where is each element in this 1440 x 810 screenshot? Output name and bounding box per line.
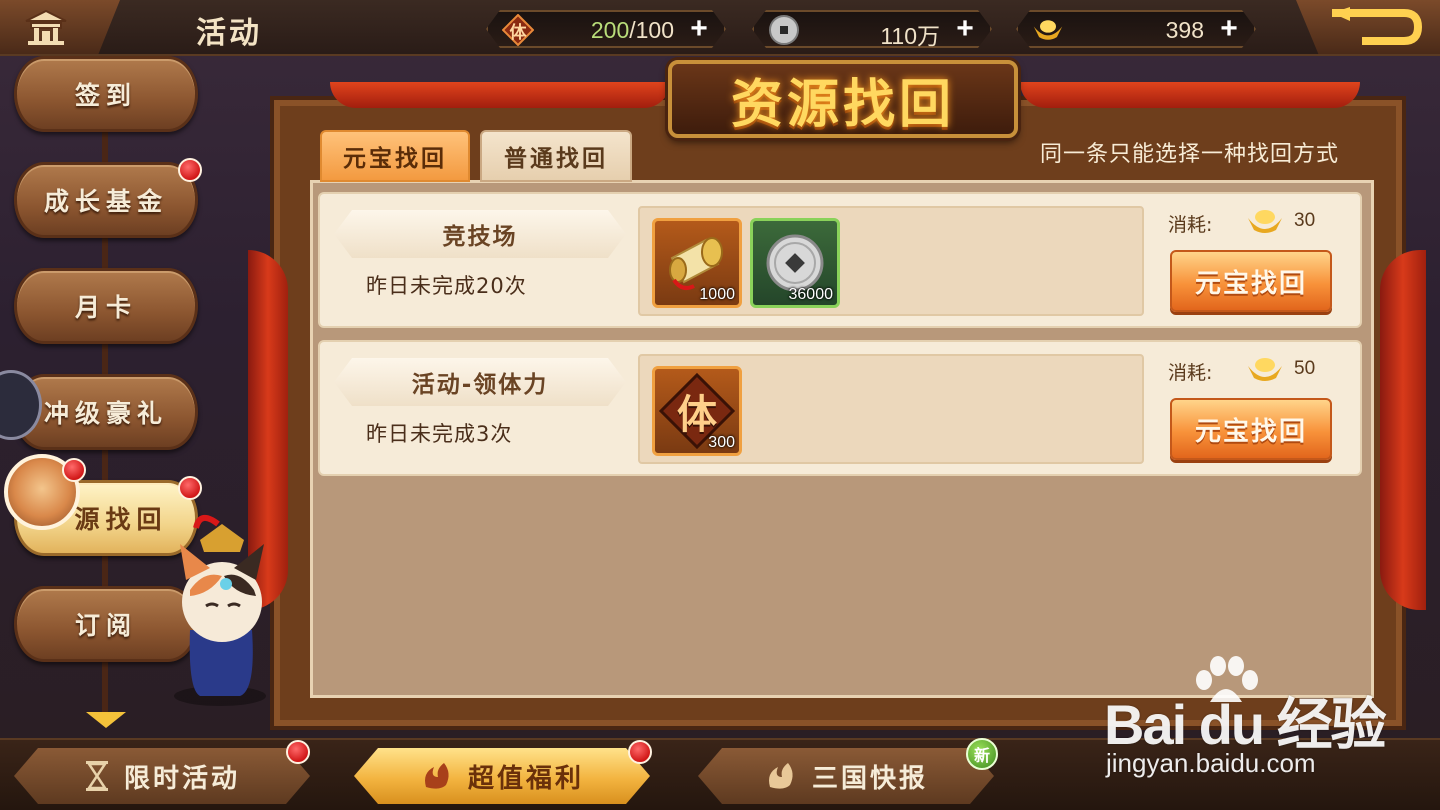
stamina-icon: 体 [502,14,534,46]
avatar-badge [62,458,86,482]
reward-qty: 36000 [788,286,834,303]
add-coins-button[interactable]: + [952,16,978,42]
cost-value: 50 [1294,358,1316,379]
cat-mascot-icon [174,515,266,706]
scroll-item-icon[interactable]: 1000 [652,218,742,308]
gold-ingot-icon [1032,14,1064,46]
sidebar-item-growth-fund[interactable]: 成长基金 [14,162,198,238]
sidebar-item-level-gift[interactable]: 冲级豪礼 [14,374,198,450]
home-pavilion-icon [25,9,67,45]
coin-resource: 110万 + [752,10,992,48]
reward-box: 1000 36000 [638,206,1144,316]
fire-swirl-icon [420,759,454,793]
stamina-max: /100 [629,17,674,43]
cost-value: 30 [1294,210,1316,231]
reward-qty: 300 [708,434,735,451]
sidebar-item-checkin[interactable]: 签到 [14,56,198,132]
gold-ingot-icon [1246,206,1284,236]
curtain-valance-left [330,82,670,108]
coin-value: 110万 [880,23,940,49]
recovery-hint: 同一条只能选择一种找回方式 [1040,142,1340,167]
row-note: 昨日未完成20次 [366,274,527,298]
ingot-resource: 398 + [1016,10,1256,48]
reward-box: 体 300 [638,354,1144,464]
row-name: 活动-领体力 [334,358,626,406]
curtain-right [1380,250,1426,610]
stamina-resource: 体 200/100 + [486,10,726,48]
hourglass-icon [84,760,110,792]
baidu-watermark-url: jingyan.baidu.com [1106,748,1316,778]
tab-normal-recovery[interactable]: 普通找回 [480,130,632,182]
news-new-badge: 新 [966,738,998,770]
silver-coin-icon[interactable]: 36000 [750,218,840,308]
stamina-item-icon[interactable]: 体 300 [652,366,742,456]
panel-title-plaque: 资源找回 [668,60,1018,138]
cost-label: 消耗: [1168,362,1213,384]
recovery-row-arena: 竞技场 昨日未完成20次 1000 36000 消耗: 30 元宝找回 [318,192,1362,328]
curtain-valance-right [1020,82,1360,108]
three-kingdoms-news-button[interactable]: 三国快报 [698,748,994,804]
gold-ingot-icon [1246,354,1284,384]
sidebar-item-monthly-card[interactable]: 月卡 [14,268,198,344]
ingot-recover-button[interactable]: 元宝找回 [1170,398,1332,460]
limited-event-badge [286,740,310,764]
scroll-swirl-icon [764,759,798,793]
cost-label: 消耗: [1168,214,1213,236]
add-stamina-button[interactable]: + [686,16,712,42]
tab-ingot-recovery[interactable]: 元宝找回 [320,130,470,182]
limited-event-button[interactable]: 限时活动 [14,748,310,804]
row-note: 昨日未完成3次 [366,422,513,446]
row-name: 竞技场 [334,210,626,258]
value-welfare-button[interactable]: 超值福利 [354,748,650,804]
panel-title: 资源找回 [730,73,955,135]
stamina-current: 200 [590,17,630,43]
add-ingots-button[interactable]: + [1216,16,1242,42]
page-title: 活动 [196,16,262,51]
home-button[interactable] [0,0,120,54]
ingot-recover-button[interactable]: 元宝找回 [1170,250,1332,312]
back-button[interactable] [1296,0,1440,54]
value-welfare-badge [628,740,652,764]
recovery-row-stamina: 活动-领体力 昨日未完成3次 体 300 消耗: 50 元宝找回 [318,340,1362,476]
growth-fund-badge [178,158,202,182]
ingot-value: 398 [1165,17,1204,43]
top-bar: 活动 体 200/100 + 110万 + 398 + [0,0,1440,56]
back-arrow-icon [1332,7,1422,45]
copper-coin-icon [768,14,800,46]
scroll-down-arrow-icon[interactable] [86,712,126,728]
reward-qty: 1000 [699,286,735,303]
resource-recovery-badge [178,476,202,500]
